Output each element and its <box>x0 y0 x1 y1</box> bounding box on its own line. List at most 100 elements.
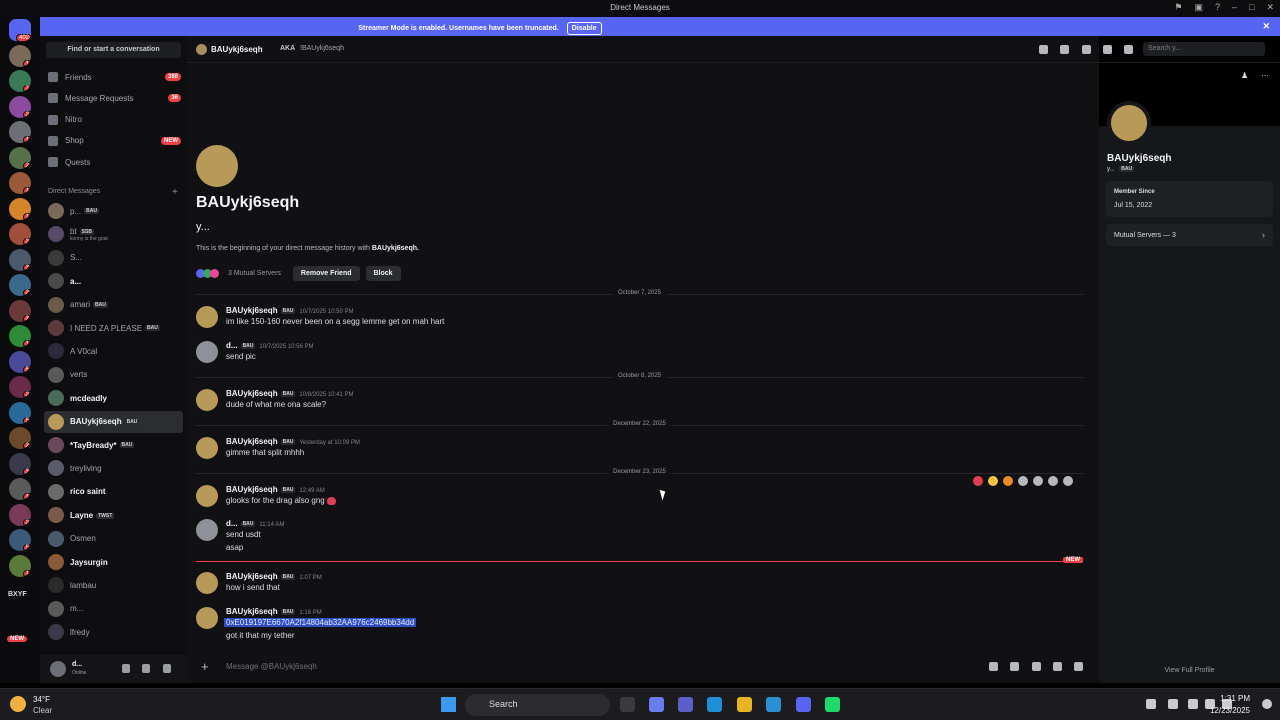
server-icon[interactable]: 5 <box>9 529 31 551</box>
discord-taskbar-icon[interactable] <box>796 697 811 712</box>
server-icon[interactable]: 2 <box>9 223 31 245</box>
server-icon[interactable]: 2 <box>9 503 31 526</box>
gift-icon[interactable] <box>989 662 998 671</box>
inbox-icon[interactable]: ⚑ <box>1174 2 1182 13</box>
server-icon[interactable]: 2 <box>9 95 31 118</box>
nav-shop[interactable]: Shop NEW <box>46 132 181 150</box>
server-icon[interactable]: 5 <box>9 401 31 424</box>
voice-call-icon[interactable] <box>1039 45 1048 54</box>
dm-item[interactable]: *TayBready* BAU <box>44 434 183 456</box>
dm-item[interactable]: m... <box>44 598 183 620</box>
disable-button[interactable]: Disable <box>566 22 602 35</box>
dm-item[interactable]: Jaysurgin <box>44 551 183 573</box>
server-icon[interactable]: 2 <box>9 274 31 296</box>
wifi-icon[interactable] <box>1188 699 1198 709</box>
notepad-icon[interactable] <box>766 697 781 712</box>
pin-icon[interactable] <box>1082 45 1091 54</box>
dm-item[interactable]: p... BAU <box>44 200 183 222</box>
search-input[interactable]: Search y... <box>1143 42 1265 56</box>
emoji-icon[interactable] <box>1053 662 1062 671</box>
edge-icon[interactable] <box>707 697 722 712</box>
mic-tray-icon[interactable] <box>1168 699 1178 709</box>
chevron-up-icon[interactable] <box>1146 699 1156 709</box>
dm-item[interactable]: rico saint <box>44 481 183 503</box>
avatar[interactable] <box>196 389 218 411</box>
message[interactable]: BAUykj6seqh BAU 1:07 PM how i send that <box>196 572 1076 595</box>
dm-item[interactable]: verts <box>44 364 183 386</box>
mutual-servers-link[interactable]: 3 Mutual Servers <box>228 270 281 277</box>
nav-quests[interactable]: Quests <box>46 153 181 171</box>
dm-item[interactable]: mcdeadly <box>44 387 183 409</box>
find-conversation-button[interactable]: Find or start a conversation <box>46 42 181 58</box>
teams-icon[interactable] <box>678 697 693 712</box>
help-icon[interactable]: ? <box>1215 2 1220 13</box>
mutual-servers-row[interactable]: Mutual Servers — 3 › <box>1106 224 1273 246</box>
avatar[interactable] <box>196 572 218 594</box>
server-icon[interactable]: 2 <box>9 376 31 398</box>
dm-item[interactable]: I NEED ZA PLEASE BAU <box>44 317 183 339</box>
dm-item[interactable]: treyliving <box>44 457 183 479</box>
clock-time[interactable]: 1:31 PM <box>1220 694 1250 703</box>
reply-icon[interactable] <box>1033 476 1043 486</box>
add-reaction-icon[interactable] <box>1018 476 1028 486</box>
avatar[interactable] <box>196 145 238 187</box>
message-author[interactable]: d... <box>226 341 238 350</box>
dm-item[interactable]: BAUykj6seqh BAU <box>44 410 183 433</box>
avatar[interactable] <box>50 661 66 677</box>
video-call-icon[interactable] <box>1060 45 1069 54</box>
server-icon[interactable]: 1 <box>9 325 31 347</box>
more-options-icon[interactable] <box>1063 476 1073 486</box>
server-icon[interactable]: 5 <box>9 350 31 373</box>
user-profile-icon[interactable] <box>1124 45 1133 54</box>
notification-bell-icon[interactable] <box>1262 699 1272 709</box>
server-icon[interactable]: 2 <box>9 146 31 169</box>
screen-icon[interactable]: ▣ <box>1194 2 1203 13</box>
dm-item[interactable]: Layne TWST <box>44 504 183 526</box>
copilot-icon[interactable] <box>649 697 664 712</box>
fire-reaction-icon[interactable] <box>1003 476 1013 486</box>
nav-message-requests[interactable]: Message Requests 36 <box>46 89 181 107</box>
close-window-icon[interactable]: ✕ <box>1266 2 1274 13</box>
add-friends-icon[interactable] <box>1103 45 1112 54</box>
gif-icon[interactable] <box>1010 662 1019 671</box>
message-author[interactable]: BAUykj6seqh <box>226 572 278 581</box>
attach-plus-icon[interactable]: + <box>201 659 209 674</box>
create-dm-icon[interactable]: + <box>172 187 178 198</box>
task-view-icon[interactable] <box>620 697 635 712</box>
profile-more-icon[interactable]: ⋯ <box>1261 71 1269 80</box>
apps-icon[interactable] <box>1074 662 1083 671</box>
server-icon[interactable]: 3 <box>9 248 31 271</box>
message-author[interactable]: BAUykj6seqh <box>226 389 278 398</box>
message-author[interactable]: d... <box>226 519 238 528</box>
message-author[interactable]: BAUykj6seqh <box>226 607 278 616</box>
remove-friend-button[interactable]: Remove Friend <box>292 266 360 281</box>
avatar[interactable] <box>196 607 218 629</box>
block-button[interactable]: Block <box>365 266 401 281</box>
avatar[interactable] <box>196 44 207 55</box>
message[interactable]: BAUykj6seqh BAU Yesterday at 10:09 PM gimme… <box>196 437 1076 460</box>
message[interactable]: BAUykj6seqh BAU 1:16 PM 0xE019197E6670A2f14… <box>196 607 1076 643</box>
server-icon[interactable]: 1 <box>9 197 31 220</box>
weather-icon[interactable] <box>10 696 26 712</box>
dm-item[interactable]: S... <box>44 247 183 269</box>
chat-recipient-name[interactable]: BAUykj6seqh <box>211 45 263 54</box>
message-author[interactable]: BAUykj6seqh <box>226 485 278 494</box>
heart-reaction-icon[interactable] <box>973 476 983 486</box>
dm-item[interactable]: amari BAU <box>44 294 183 316</box>
headset-icon[interactable] <box>142 664 150 673</box>
dm-item[interactable]: a... <box>44 270 183 292</box>
clock-date[interactable]: 12/23/2025 <box>1210 706 1250 715</box>
dm-item[interactable]: lfredy <box>44 621 183 643</box>
server-icon[interactable]: 7 <box>9 70 31 92</box>
chrome-icon[interactable] <box>737 697 752 712</box>
message-author[interactable]: BAUykj6seqh <box>226 437 278 446</box>
avatar[interactable] <box>196 306 218 328</box>
message[interactable]: d... BAU 11:14 AM send usdt asap <box>196 519 1076 555</box>
nav-friends[interactable]: Friends 366 <box>46 68 181 86</box>
server-icon[interactable]: 1 <box>9 478 31 500</box>
server-icon[interactable]: 1 <box>9 121 31 143</box>
dm-item[interactable]: lambau <box>44 574 183 596</box>
message-author[interactable]: BAUykj6seqh <box>226 306 278 315</box>
message[interactable]: BAUykj6seqh BAU 10/8/2025 10:41 PM dude of … <box>196 389 1076 412</box>
avatar[interactable] <box>196 437 218 459</box>
